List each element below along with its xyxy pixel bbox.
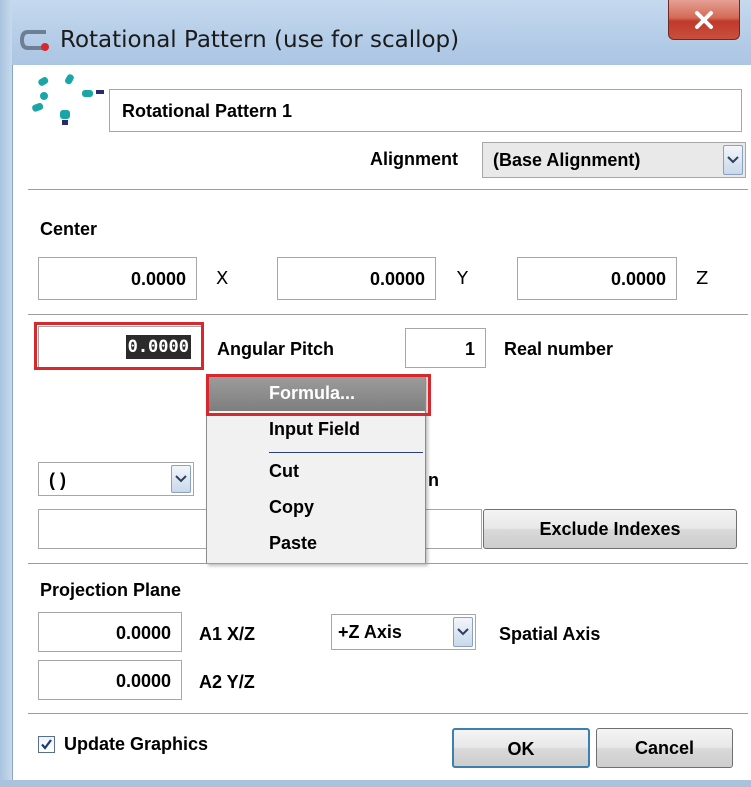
center-y-label: Y <box>457 268 468 289</box>
checkmark-icon <box>41 739 52 750</box>
spatial-axis-value: +Z Axis <box>338 622 402 642</box>
update-graphics-checkbox[interactable] <box>38 736 55 753</box>
close-x-icon <box>695 10 713 29</box>
spatial-axis-label: Spatial Axis <box>499 624 601 644</box>
alignment-dropdown-arrow[interactable] <box>723 145 743 175</box>
spatial-axis-select[interactable]: +Z Axis <box>331 614 476 650</box>
separator <box>28 563 748 564</box>
alignment-select[interactable]: (Base Alignment) <box>482 142 746 178</box>
pattern-type-select[interactable]: ( ) <box>38 462 194 496</box>
window-title: Rotational Pattern (use for scallop) <box>60 27 460 53</box>
menu-item-label: Copy <box>269 497 314 517</box>
pattern-type-dropdown-arrow[interactable] <box>171 465 191 493</box>
projection-plane-title: Projection Plane <box>40 580 182 600</box>
app-icon <box>19 30 49 51</box>
partial-hidden-label: n <box>428 470 439 490</box>
menu-item-cut[interactable]: Cut <box>207 455 425 489</box>
menu-item-label: Cut <box>269 461 299 481</box>
angular-pitch-highlight <box>34 322 204 370</box>
menu-separator <box>269 452 423 453</box>
cancel-button[interactable]: Cancel <box>596 728 733 768</box>
pattern-count-input[interactable]: 1 <box>405 328 486 368</box>
pattern-name-input[interactable]: Rotational Pattern 1 <box>109 89 742 132</box>
center-z-label: Z <box>696 268 709 289</box>
spatial-axis-dropdown-arrow[interactable] <box>453 617 473 647</box>
window-bottom-border <box>0 780 751 787</box>
menu-item-input-field[interactable]: Input Field <box>207 413 425 447</box>
ok-button[interactable]: OK <box>452 728 590 768</box>
center-x-label: X <box>216 268 229 289</box>
center-z-input[interactable]: 0.0000 <box>517 257 677 300</box>
exclude-indexes-button[interactable]: Exclude Indexes <box>483 509 737 549</box>
a1-label: A1 X/Z <box>199 624 256 644</box>
close-button[interactable] <box>668 0 740 40</box>
separator <box>28 314 748 315</box>
angular-pitch-label: Angular Pitch <box>217 339 335 359</box>
real-number-label: Real number <box>504 339 614 359</box>
pattern-type-value: ( ) <box>49 470 66 490</box>
menu-item-label: Paste <box>269 533 318 553</box>
separator <box>28 713 748 714</box>
center-section-title: Center <box>40 219 98 239</box>
a1-input[interactable]: 0.0000 <box>38 612 182 652</box>
menu-item-copy[interactable]: Copy <box>207 491 425 525</box>
center-x-input[interactable]: 0.0000 <box>38 257 197 300</box>
center-y-input[interactable]: 0.0000 <box>277 257 436 300</box>
window-left-border <box>0 0 12 787</box>
a2-input[interactable]: 0.0000 <box>38 660 182 700</box>
alignment-select-value: (Base Alignment) <box>493 150 641 170</box>
chevron-down-icon <box>457 628 469 636</box>
a2-label: A2 Y/Z <box>199 672 255 692</box>
update-graphics-label: Update Graphics <box>64 734 209 754</box>
menu-item-paste[interactable]: Paste <box>207 527 425 561</box>
formula-menu-highlight <box>206 374 431 416</box>
chevron-down-icon <box>175 475 187 483</box>
rotational-pattern-icon <box>32 74 104 125</box>
menu-item-label: Input Field <box>269 419 360 439</box>
chevron-down-icon <box>727 156 739 164</box>
alignment-label: Alignment <box>370 149 458 169</box>
separator <box>28 189 748 190</box>
